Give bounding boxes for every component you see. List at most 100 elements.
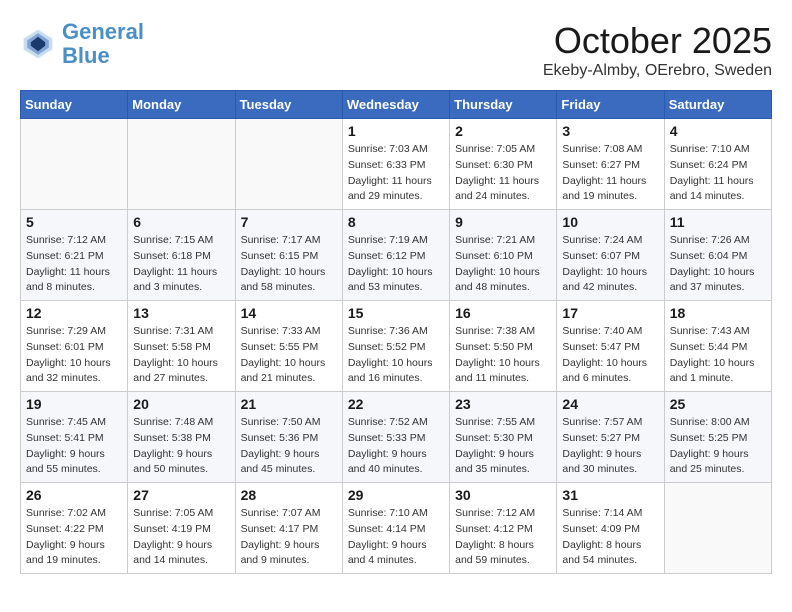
calendar-cell	[128, 119, 235, 210]
day-info: Sunrise: 7:38 AMSunset: 5:50 PMDaylight:…	[455, 324, 551, 387]
calendar-cell	[21, 119, 128, 210]
day-number: 5	[26, 214, 122, 230]
calendar-cell	[235, 119, 342, 210]
calendar-cell: 28 Sunrise: 7:07 AMSunset: 4:17 PMDayligh…	[235, 483, 342, 574]
calendar-cell: 27 Sunrise: 7:05 AMSunset: 4:19 PMDayligh…	[128, 483, 235, 574]
calendar-cell: 14 Sunrise: 7:33 AMSunset: 5:55 PMDayligh…	[235, 301, 342, 392]
day-info: Sunrise: 7:48 AMSunset: 5:38 PMDaylight:…	[133, 415, 229, 478]
day-info: Sunrise: 7:52 AMSunset: 5:33 PMDaylight:…	[348, 415, 444, 478]
calendar-cell: 21 Sunrise: 7:50 AMSunset: 5:36 PMDayligh…	[235, 392, 342, 483]
calendar-cell: 23Sunrise: 7:55 AMSunset: 5:30 PMDayligh…	[450, 392, 557, 483]
weekday-header-row: SundayMondayTuesdayWednesdayThursdayFrid…	[21, 91, 772, 119]
calendar-cell: 16 Sunrise: 7:38 AMSunset: 5:50 PMDayligh…	[450, 301, 557, 392]
day-number: 11	[670, 214, 766, 230]
day-info: Sunrise: 7:08 AMSunset: 6:27 PMDaylight:…	[562, 142, 658, 205]
day-info: Sunrise: 7:45 AMSunset: 5:41 PMDaylight:…	[26, 415, 122, 478]
calendar-cell	[664, 483, 771, 574]
day-info: Sunrise: 7:10 AMSunset: 6:24 PMDaylight:…	[670, 142, 766, 205]
calendar-cell: 2Sunrise: 7:05 AMSunset: 6:30 PMDaylight…	[450, 119, 557, 210]
logo-text: General Blue	[62, 20, 144, 68]
calendar-cell: 8 Sunrise: 7:19 AMSunset: 6:12 PMDaylight…	[342, 210, 449, 301]
calendar-cell: 17 Sunrise: 7:40 AMSunset: 5:47 PMDayligh…	[557, 301, 664, 392]
calendar-cell: 3 Sunrise: 7:08 AMSunset: 6:27 PMDaylight…	[557, 119, 664, 210]
calendar-cell: 6Sunrise: 7:15 AMSunset: 6:18 PMDaylight…	[128, 210, 235, 301]
calendar-table: SundayMondayTuesdayWednesdayThursdayFrid…	[20, 90, 772, 574]
weekday-header-sunday: Sunday	[21, 91, 128, 119]
day-info: Sunrise: 7:26 AMSunset: 6:04 PMDaylight:…	[670, 233, 766, 296]
day-number: 12	[26, 305, 122, 321]
page-header: General Blue October 2025 Ekeby-Almby, O…	[20, 20, 772, 80]
day-info: Sunrise: 7:36 AMSunset: 5:52 PMDaylight:…	[348, 324, 444, 387]
day-number: 26	[26, 487, 122, 503]
day-info: Sunrise: 7:17 AMSunset: 6:15 PMDaylight:…	[241, 233, 337, 296]
title-block: October 2025 Ekeby-Almby, OErebro, Swede…	[543, 20, 772, 80]
day-info: Sunrise: 7:12 AMSunset: 6:21 PMDaylight:…	[26, 233, 122, 296]
logo: General Blue	[20, 20, 144, 68]
day-number: 1	[348, 123, 444, 139]
calendar-cell: 26 Sunrise: 7:02 AMSunset: 4:22 PMDayligh…	[21, 483, 128, 574]
day-number: 27	[133, 487, 229, 503]
week-row-3: 12 Sunrise: 7:29 AMSunset: 6:01 PMDayligh…	[21, 301, 772, 392]
calendar-cell: 22 Sunrise: 7:52 AMSunset: 5:33 PMDayligh…	[342, 392, 449, 483]
week-row-1: 1 Sunrise: 7:03 AMSunset: 6:33 PMDaylight…	[21, 119, 772, 210]
day-number: 3	[562, 123, 658, 139]
day-info: Sunrise: 7:57 AMSunset: 5:27 PMDaylight:…	[562, 415, 658, 478]
day-info: Sunrise: 7:15 AMSunset: 6:18 PMDaylight:…	[133, 233, 229, 296]
day-number: 30	[455, 487, 551, 503]
day-number: 15	[348, 305, 444, 321]
day-number: 31	[562, 487, 658, 503]
day-number: 20	[133, 396, 229, 412]
calendar-cell: 29Sunrise: 7:10 AMSunset: 4:14 PMDayligh…	[342, 483, 449, 574]
day-info: Sunrise: 7:24 AMSunset: 6:07 PMDaylight:…	[562, 233, 658, 296]
calendar-cell: 31 Sunrise: 7:14 AMSunset: 4:09 PMDayligh…	[557, 483, 664, 574]
month-title: October 2025	[543, 20, 772, 62]
day-info: Sunrise: 7:05 AMSunset: 4:19 PMDaylight:…	[133, 506, 229, 569]
calendar-cell: 15 Sunrise: 7:36 AMSunset: 5:52 PMDayligh…	[342, 301, 449, 392]
day-number: 24	[562, 396, 658, 412]
day-info: Sunrise: 7:02 AMSunset: 4:22 PMDaylight:…	[26, 506, 122, 569]
day-number: 21	[241, 396, 337, 412]
day-info: Sunrise: 7:07 AMSunset: 4:17 PMDaylight:…	[241, 506, 337, 569]
day-number: 13	[133, 305, 229, 321]
calendar-cell: 20 Sunrise: 7:48 AMSunset: 5:38 PMDayligh…	[128, 392, 235, 483]
day-number: 4	[670, 123, 766, 139]
logo-icon	[20, 26, 56, 62]
day-info: Sunrise: 7:14 AMSunset: 4:09 PMDaylight:…	[562, 506, 658, 569]
week-row-2: 5 Sunrise: 7:12 AMSunset: 6:21 PMDaylight…	[21, 210, 772, 301]
day-number: 18	[670, 305, 766, 321]
calendar-cell: 19 Sunrise: 7:45 AMSunset: 5:41 PMDayligh…	[21, 392, 128, 483]
calendar-cell: 30 Sunrise: 7:12 AMSunset: 4:12 PMDayligh…	[450, 483, 557, 574]
weekday-header-saturday: Saturday	[664, 91, 771, 119]
day-number: 17	[562, 305, 658, 321]
day-number: 22	[348, 396, 444, 412]
day-info: Sunrise: 7:50 AMSunset: 5:36 PMDaylight:…	[241, 415, 337, 478]
day-number: 19	[26, 396, 122, 412]
day-number: 8	[348, 214, 444, 230]
calendar-cell: 4 Sunrise: 7:10 AMSunset: 6:24 PMDaylight…	[664, 119, 771, 210]
calendar-cell: 10Sunrise: 7:24 AMSunset: 6:07 PMDayligh…	[557, 210, 664, 301]
day-number: 7	[241, 214, 337, 230]
calendar-cell: 1 Sunrise: 7:03 AMSunset: 6:33 PMDaylight…	[342, 119, 449, 210]
day-number: 29	[348, 487, 444, 503]
day-info: Sunrise: 7:40 AMSunset: 5:47 PMDaylight:…	[562, 324, 658, 387]
calendar-cell: 25Sunrise: 8:00 AMSunset: 5:25 PMDayligh…	[664, 392, 771, 483]
day-number: 9	[455, 214, 551, 230]
day-info: Sunrise: 7:12 AMSunset: 4:12 PMDaylight:…	[455, 506, 551, 569]
calendar-cell: 12 Sunrise: 7:29 AMSunset: 6:01 PMDayligh…	[21, 301, 128, 392]
day-info: Sunrise: 7:31 AMSunset: 5:58 PMDaylight:…	[133, 324, 229, 387]
calendar-cell: 7 Sunrise: 7:17 AMSunset: 6:15 PMDaylight…	[235, 210, 342, 301]
location: Ekeby-Almby, OErebro, Sweden	[543, 62, 772, 80]
day-number: 14	[241, 305, 337, 321]
day-info: Sunrise: 7:43 AMSunset: 5:44 PMDaylight:…	[670, 324, 766, 387]
day-info: Sunrise: 7:03 AMSunset: 6:33 PMDaylight:…	[348, 142, 444, 205]
day-info: Sunrise: 7:29 AMSunset: 6:01 PMDaylight:…	[26, 324, 122, 387]
day-info: Sunrise: 7:19 AMSunset: 6:12 PMDaylight:…	[348, 233, 444, 296]
calendar-cell: 13 Sunrise: 7:31 AMSunset: 5:58 PMDayligh…	[128, 301, 235, 392]
day-number: 28	[241, 487, 337, 503]
day-number: 16	[455, 305, 551, 321]
calendar-cell: 18 Sunrise: 7:43 AMSunset: 5:44 PMDayligh…	[664, 301, 771, 392]
week-row-4: 19 Sunrise: 7:45 AMSunset: 5:41 PMDayligh…	[21, 392, 772, 483]
day-info: Sunrise: 8:00 AMSunset: 5:25 PMDaylight:…	[670, 415, 766, 478]
day-info: Sunrise: 7:33 AMSunset: 5:55 PMDaylight:…	[241, 324, 337, 387]
calendar-cell: 24 Sunrise: 7:57 AMSunset: 5:27 PMDayligh…	[557, 392, 664, 483]
